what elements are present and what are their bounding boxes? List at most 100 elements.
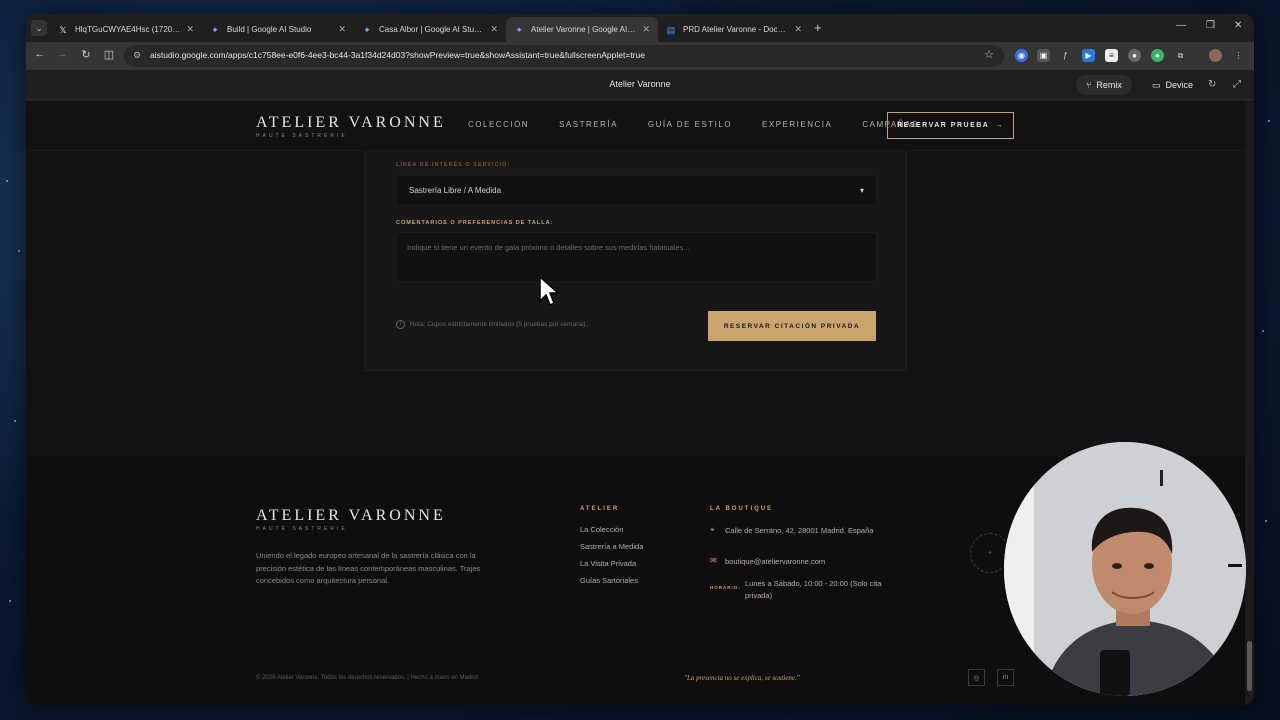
tab-label: PRD Atelier Varonne - Documentos	[683, 25, 789, 34]
close-icon[interactable]: ✕	[338, 24, 346, 35]
footer-brand-name: ATELIER VARONNE	[256, 507, 446, 524]
linkedin-icon[interactable]: in	[997, 669, 1014, 686]
close-icon[interactable]: ✕	[642, 24, 650, 35]
aistudio-app-bar: Atelier Varonne ⑂ Remix ▭ Device ↻ ⤢	[26, 70, 1254, 100]
tab-prd-doc[interactable]: ▤ PRD Atelier Varonne - Documentos ✕	[658, 17, 810, 42]
comments-textarea[interactable]: Indique si tiene un evento de gala próxi…	[396, 232, 877, 282]
boutique-email[interactable]: boutique@ateliervaronne.com	[725, 556, 825, 568]
ai-studio-icon: ✦	[211, 24, 219, 35]
bookmark-star-icon[interactable]: ☆	[984, 48, 994, 61]
extension-icon[interactable]: ●	[1151, 49, 1164, 62]
tab-label: Casa Albor | Google AI Studio	[379, 25, 485, 34]
forward-icon[interactable]: →	[54, 48, 70, 60]
script-icon[interactable]: ƒ	[1059, 49, 1072, 62]
ai-studio-icon: ✦	[363, 24, 371, 35]
puzzle-icon[interactable]: ⧉	[1174, 49, 1187, 62]
remix-label: Remix	[1096, 80, 1122, 90]
new-tab-icon[interactable]: +	[814, 20, 822, 35]
address-bar[interactable]: ⚙ aistudio.google.com/apps/c1c758ee-e0f6…	[124, 45, 1004, 67]
minimize-icon[interactable]: —	[1176, 20, 1186, 31]
device-icon: ▭	[1152, 79, 1161, 90]
menu-dots-icon[interactable]: ⋮	[1232, 49, 1245, 62]
nav-experiencia[interactable]: EXPERIENCIA	[762, 120, 832, 129]
presenter-video	[1004, 442, 1246, 696]
docs-icon: ▤	[666, 24, 676, 35]
nav-sastreria[interactable]: SASTRERÍA	[559, 120, 618, 129]
instagram-icon[interactable]: ◎	[968, 669, 985, 686]
comments-label: COMENTARIOS O PREFERENCIAS DE TALLA:	[396, 220, 554, 226]
tab-build[interactable]: ✦ Build | Google AI Studio ✕	[202, 17, 354, 42]
camera-icon[interactable]: ▣	[1037, 49, 1050, 62]
chevron-down-icon: ▾	[859, 185, 864, 195]
tab-label: Build | Google AI Studio	[227, 25, 312, 34]
browser-toolbar: ← → ↻ ◫ ⚙ aistudio.google.com/apps/c1c75…	[26, 42, 1254, 70]
hours-label: HORARIO:	[710, 585, 741, 590]
brand-name: ATELIER VARONNE	[256, 114, 446, 131]
extension-icon[interactable]: ≡	[1105, 49, 1118, 62]
submit-label: RESERVAR CITACIÓN PRIVADA	[723, 322, 861, 330]
copyright-text: © 2026 Atelier Varonne. Todos los derech…	[256, 675, 478, 681]
comments-placeholder: Indique si tiene un evento de gala próxi…	[407, 243, 690, 252]
atelier-column-title: ATELIER	[580, 506, 620, 512]
device-label: Device	[1165, 80, 1194, 90]
boutique-column-title: LA BOUTIQUE	[710, 506, 774, 512]
remix-button[interactable]: ⑂ Remix	[1076, 75, 1132, 95]
restore-icon[interactable]: ❐	[1206, 20, 1215, 31]
reservar-prueba-button[interactable]: RESERVAR PRUEBA →	[887, 112, 1014, 139]
booking-form-card: LÍNEA DE INTERÉS O SERVICIO: Sastrería L…	[364, 141, 907, 371]
reload-icon[interactable]: ↻	[78, 48, 94, 61]
extension-icon[interactable]: ◉	[1015, 49, 1028, 62]
footer-link-guias[interactable]: Guías Sartoriales	[580, 576, 638, 585]
refresh-icon[interactable]: ↻	[1208, 79, 1216, 90]
footer-link-sastreria[interactable]: Sastrería a Medida	[580, 542, 643, 551]
tab-search-button[interactable]: ⌄	[31, 20, 47, 36]
service-select-value: Sastrería Libre / A Medida	[409, 185, 502, 195]
footer-description: Uniendo el legado europeo artesanal de l…	[256, 551, 481, 585]
close-icon[interactable]: ✕	[490, 24, 498, 35]
scrollbar-thumb[interactable]	[1247, 641, 1252, 691]
note-text: Nota: Cupos estrictamente limitados (5 p…	[410, 321, 588, 328]
service-select[interactable]: Sastrería Libre / A Medida ▾	[396, 175, 877, 205]
page-scrollbar[interactable]	[1245, 101, 1254, 705]
close-icon[interactable]: ✕	[186, 24, 194, 35]
back-icon[interactable]: ←	[32, 48, 48, 60]
tab-label: HlqTGuCWYAE4Hsc (1720×1044)	[75, 25, 180, 34]
tab-image[interactable]: 𝕏 HlqTGuCWYAE4Hsc (1720×1044) ✕	[50, 17, 202, 42]
side-panel-icon[interactable]: ◫	[101, 48, 117, 61]
ai-studio-icon: ✦	[515, 24, 523, 35]
tab-strip: ⌄ 𝕏 HlqTGuCWYAE4Hsc (1720×1044) ✕ ✦ Buil…	[26, 14, 1254, 42]
footer-link-coleccion[interactable]: La Colección	[580, 525, 623, 534]
info-icon: !	[396, 320, 405, 329]
arrow-right-icon: →	[995, 122, 1004, 129]
remix-icon: ⑂	[1086, 80, 1092, 90]
webcam-overlay	[1004, 442, 1246, 696]
capacity-note: ! Nota: Cupos estrictamente limitados (5…	[396, 320, 587, 329]
submit-reservation-button[interactable]: RESERVAR CITACIÓN PRIVADA	[708, 311, 876, 341]
boutique-hours: Lunes a Sábado, 10:00 - 20:00 (Solo cita…	[745, 579, 882, 600]
boutique-address: Calle de Serrano, 42, 28001 Madrid, Espa…	[725, 526, 874, 535]
app-title: Atelier Varonne	[609, 79, 671, 89]
avatar[interactable]	[1209, 49, 1222, 62]
footer-logo[interactable]: ATELIER VARONNE HAUTE SASTRERIE	[256, 507, 446, 532]
close-window-icon[interactable]: ✕	[1234, 20, 1242, 31]
service-label: LÍNEA DE INTERÉS O SERVICIO:	[396, 162, 511, 168]
site-logo[interactable]: ATELIER VARONNE HAUTE SASTRERIE	[256, 114, 446, 139]
x-logo-icon: 𝕏	[59, 24, 67, 35]
footer-quote: "La presencia no se explica, se sostiene…	[684, 674, 800, 682]
play-extension-icon[interactable]: ▶	[1082, 49, 1095, 62]
tab-casa-albor[interactable]: ✦ Casa Albor | Google AI Studio ✕	[354, 17, 506, 42]
mouse-cursor-icon	[539, 275, 560, 307]
map-pin-icon: ⌖	[710, 525, 715, 534]
nav-coleccion[interactable]: COLECCIÓN	[468, 120, 529, 129]
footer-link-visita[interactable]: La Visita Privada	[580, 559, 636, 568]
nav-guia-estilo[interactable]: GUÍA DE ESTILO	[648, 120, 732, 129]
site-info-icon[interactable]: ⚙	[133, 50, 141, 61]
fullscreen-icon[interactable]: ⤢	[1233, 79, 1241, 90]
device-button[interactable]: ▭ Device	[1146, 75, 1199, 95]
extension-icon[interactable]: ●	[1128, 49, 1141, 62]
site-header: ATELIER VARONNE HAUTE SASTRERIE COLECCIÓ…	[26, 101, 1245, 151]
footer-brand-subtitle: HAUTE SASTRERIE	[256, 526, 348, 532]
tab-atelier-varonne[interactable]: ✦ Atelier Varonne | Google AI Studio ✕	[506, 17, 658, 42]
close-icon[interactable]: ✕	[794, 24, 802, 35]
cta-label: RESERVAR PRUEBA	[897, 122, 990, 129]
